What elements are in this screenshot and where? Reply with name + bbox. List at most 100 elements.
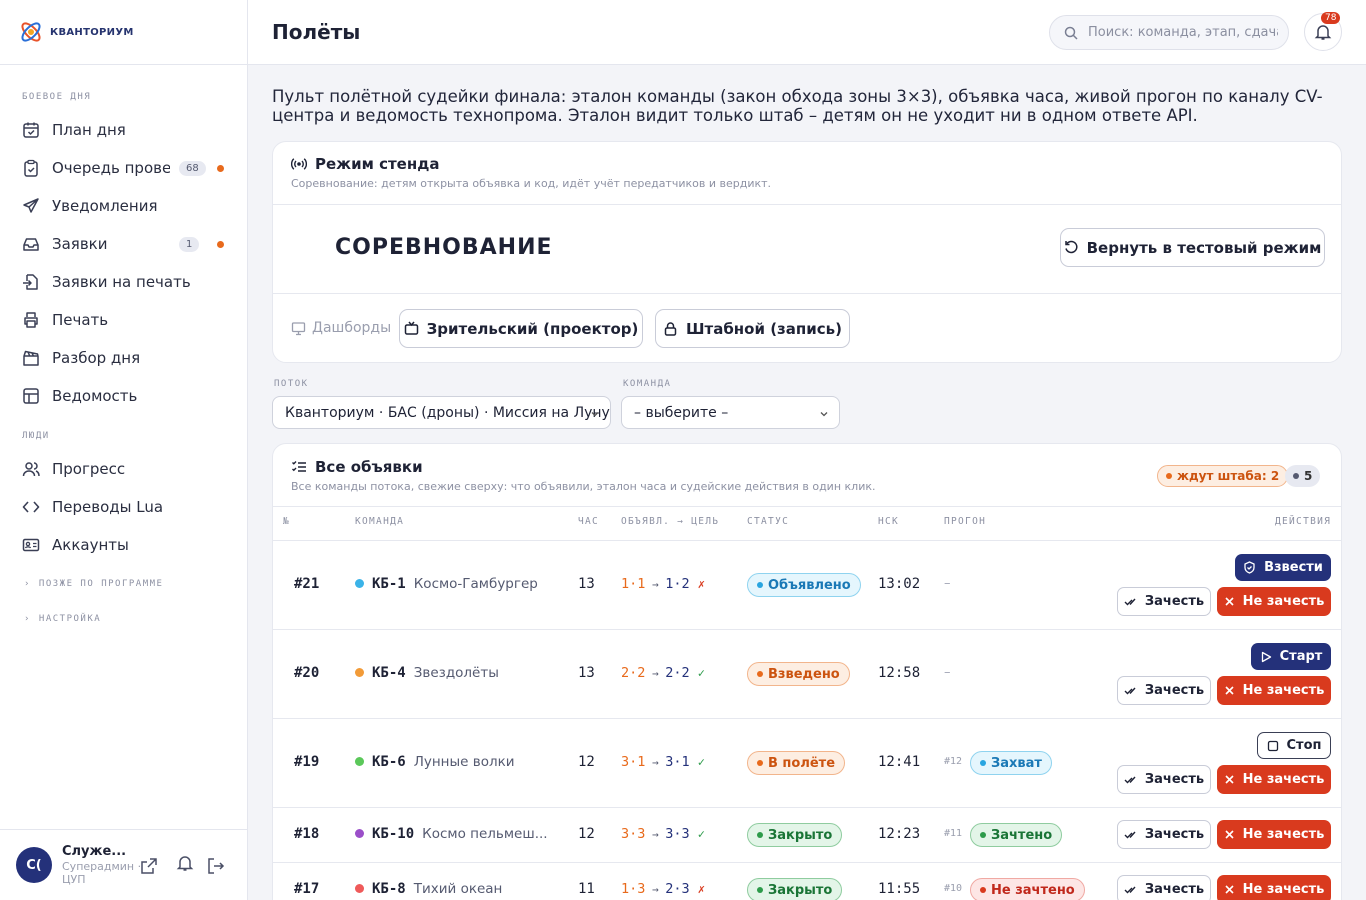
row-number: #19 xyxy=(294,754,320,770)
sidebar-item-accounts[interactable]: Аккаунты xyxy=(22,530,232,560)
monitor-icon xyxy=(291,321,306,335)
team-code: КБ-8 xyxy=(372,881,406,897)
bell-icon[interactable] xyxy=(176,854,194,872)
brand-name: КВАНТОРИУМ xyxy=(50,26,134,38)
arm-button[interactable]: Взвести xyxy=(1235,554,1331,581)
external-link-icon[interactable] xyxy=(140,857,158,875)
status-dot xyxy=(757,832,763,838)
match-mark: ✗ xyxy=(697,577,706,591)
sidebar-item-day-review[interactable]: Разбор дня xyxy=(22,343,232,373)
mode-panel-title: Режим стенда xyxy=(291,155,439,173)
divider xyxy=(273,506,1341,507)
shield-check-icon xyxy=(1244,561,1255,574)
reject-button[interactable]: Не зачесть xyxy=(1217,676,1331,705)
row-nsk-time: 13:02 xyxy=(878,576,921,592)
play-icon xyxy=(1261,651,1271,662)
row-team[interactable]: КБ-8 Тихий океан xyxy=(355,881,502,897)
double-check-icon xyxy=(1124,687,1136,695)
declared-value: 3·1 xyxy=(621,754,646,770)
run-number: #10 xyxy=(944,883,963,894)
accept-button[interactable]: Зачесть xyxy=(1117,765,1211,794)
reject-button[interactable]: Не зачесть xyxy=(1217,820,1331,849)
status-dot xyxy=(757,671,763,677)
sidebar-item-requests[interactable]: Заявки 1 xyxy=(22,229,232,259)
team-name: Лунные волки xyxy=(413,754,515,770)
code-icon xyxy=(22,501,40,513)
accept-button[interactable]: Зачесть xyxy=(1117,820,1211,849)
switch-to-test-mode-button[interactable]: Вернуть в тестовый режим xyxy=(1060,228,1325,267)
col-actions: ДЕЙСТВИЯ xyxy=(1275,516,1332,527)
sidebar-item-plan[interactable]: План дня xyxy=(22,115,232,145)
sidebar-group-settings[interactable]: › НАСТРОЙКА xyxy=(24,614,101,624)
row-declared-target: 3·3 → 3·3 ✓ xyxy=(621,826,706,842)
row-hour: 11 xyxy=(578,881,595,897)
stream-select[interactable]: Кванториум · БАС (дроны) · Миссия на Лун… xyxy=(272,396,611,429)
status-dot xyxy=(980,832,986,838)
inbox-icon xyxy=(23,238,39,251)
status-dot xyxy=(757,760,763,766)
queue-count-badge: 68 xyxy=(179,160,206,176)
accept-button[interactable]: Зачесть xyxy=(1117,587,1211,616)
search-input[interactable] xyxy=(1088,25,1278,40)
sidebar-item-queue[interactable]: Очередь проверок 68 xyxy=(22,153,232,183)
search-box[interactable] xyxy=(1049,15,1289,50)
row-nsk-time: 12:58 xyxy=(878,665,921,681)
divider xyxy=(273,862,1341,863)
row-team[interactable]: КБ-6 Лунные волки xyxy=(355,754,515,770)
divider xyxy=(273,807,1341,808)
sidebar: КВАНТОРИУМ БОЕВОЕ ДНЯ План дня Очередь п… xyxy=(0,0,248,900)
status-badge: Закрыто xyxy=(747,823,843,847)
reject-button[interactable]: Не зачесть xyxy=(1217,587,1331,616)
printer-icon xyxy=(24,312,38,328)
declared-value: 1·1 xyxy=(621,576,646,592)
logout-icon[interactable] xyxy=(207,857,225,875)
reject-button[interactable]: Не зачесть xyxy=(1217,765,1331,794)
close-icon xyxy=(1225,597,1234,606)
team-select[interactable]: – выберите – xyxy=(621,396,840,429)
row-team[interactable]: КБ-1 Космо-Гамбургер xyxy=(355,576,538,592)
sidebar-item-sheet[interactable]: Ведомость xyxy=(22,381,232,411)
staff-dashboard-button[interactable]: Штабной (запись) xyxy=(655,309,850,348)
team-filter-label: КОМАНДА xyxy=(623,379,672,389)
start-button[interactable]: Старт xyxy=(1251,643,1331,670)
accept-button[interactable]: Зачесть xyxy=(1117,676,1211,705)
row-team[interactable]: КБ-10 Космо пельмеш... xyxy=(355,826,548,842)
target-value: 3·3 xyxy=(665,826,690,842)
divider xyxy=(273,718,1341,719)
bell-icon xyxy=(1314,25,1332,40)
team-code: КБ-10 xyxy=(372,826,415,842)
sidebar-item-print[interactable]: Печать xyxy=(22,305,232,335)
status-dot xyxy=(757,582,763,588)
sidebar-item-progress[interactable]: Прогресс xyxy=(22,454,232,484)
team-name: Космо-Гамбургер xyxy=(413,576,538,592)
mode-panel-subtitle: Соревнование: детям открыта объявка и ко… xyxy=(291,177,772,190)
chevron-right-icon: › xyxy=(24,579,31,589)
stop-button[interactable]: Стоп xyxy=(1257,732,1331,759)
double-check-icon xyxy=(1124,776,1136,784)
divider xyxy=(273,293,1341,294)
double-check-icon xyxy=(1124,831,1136,839)
sidebar-group-later[interactable]: › ПОЗЖЕ ПО ПРОГРАММЕ xyxy=(24,579,163,589)
row-number: #17 xyxy=(294,881,320,897)
tv-icon xyxy=(404,321,418,335)
status-dot xyxy=(980,760,986,766)
row-team[interactable]: КБ-4 Звездолёты xyxy=(355,665,499,681)
accept-button[interactable]: Зачесть xyxy=(1117,875,1211,900)
divider xyxy=(273,629,1341,630)
target-value: 2·2 xyxy=(665,665,690,681)
file-import-icon xyxy=(23,274,38,290)
row-number: #18 xyxy=(294,826,320,842)
id-card-icon xyxy=(22,538,40,552)
close-icon xyxy=(1225,686,1234,695)
reject-button[interactable]: Не зачесть xyxy=(1217,875,1331,900)
col-number: № xyxy=(283,516,291,527)
row-declared-target: 2·2 → 2·2 ✓ xyxy=(621,665,706,681)
spectator-dashboard-button[interactable]: Зрительский (проектор) xyxy=(399,309,643,348)
avatar[interactable]: С( xyxy=(16,847,52,883)
brand-logo[interactable]: КВАНТОРИУМ xyxy=(0,0,247,65)
sidebar-item-notifications[interactable]: Уведомления xyxy=(22,191,232,221)
requests-count-badge: 1 xyxy=(179,236,200,252)
sidebar-item-lua-translations[interactable]: Переводы Lua xyxy=(22,492,232,522)
sidebar-item-print-requests[interactable]: Заявки на печать xyxy=(22,267,232,297)
team-code: КБ-6 xyxy=(372,754,406,770)
